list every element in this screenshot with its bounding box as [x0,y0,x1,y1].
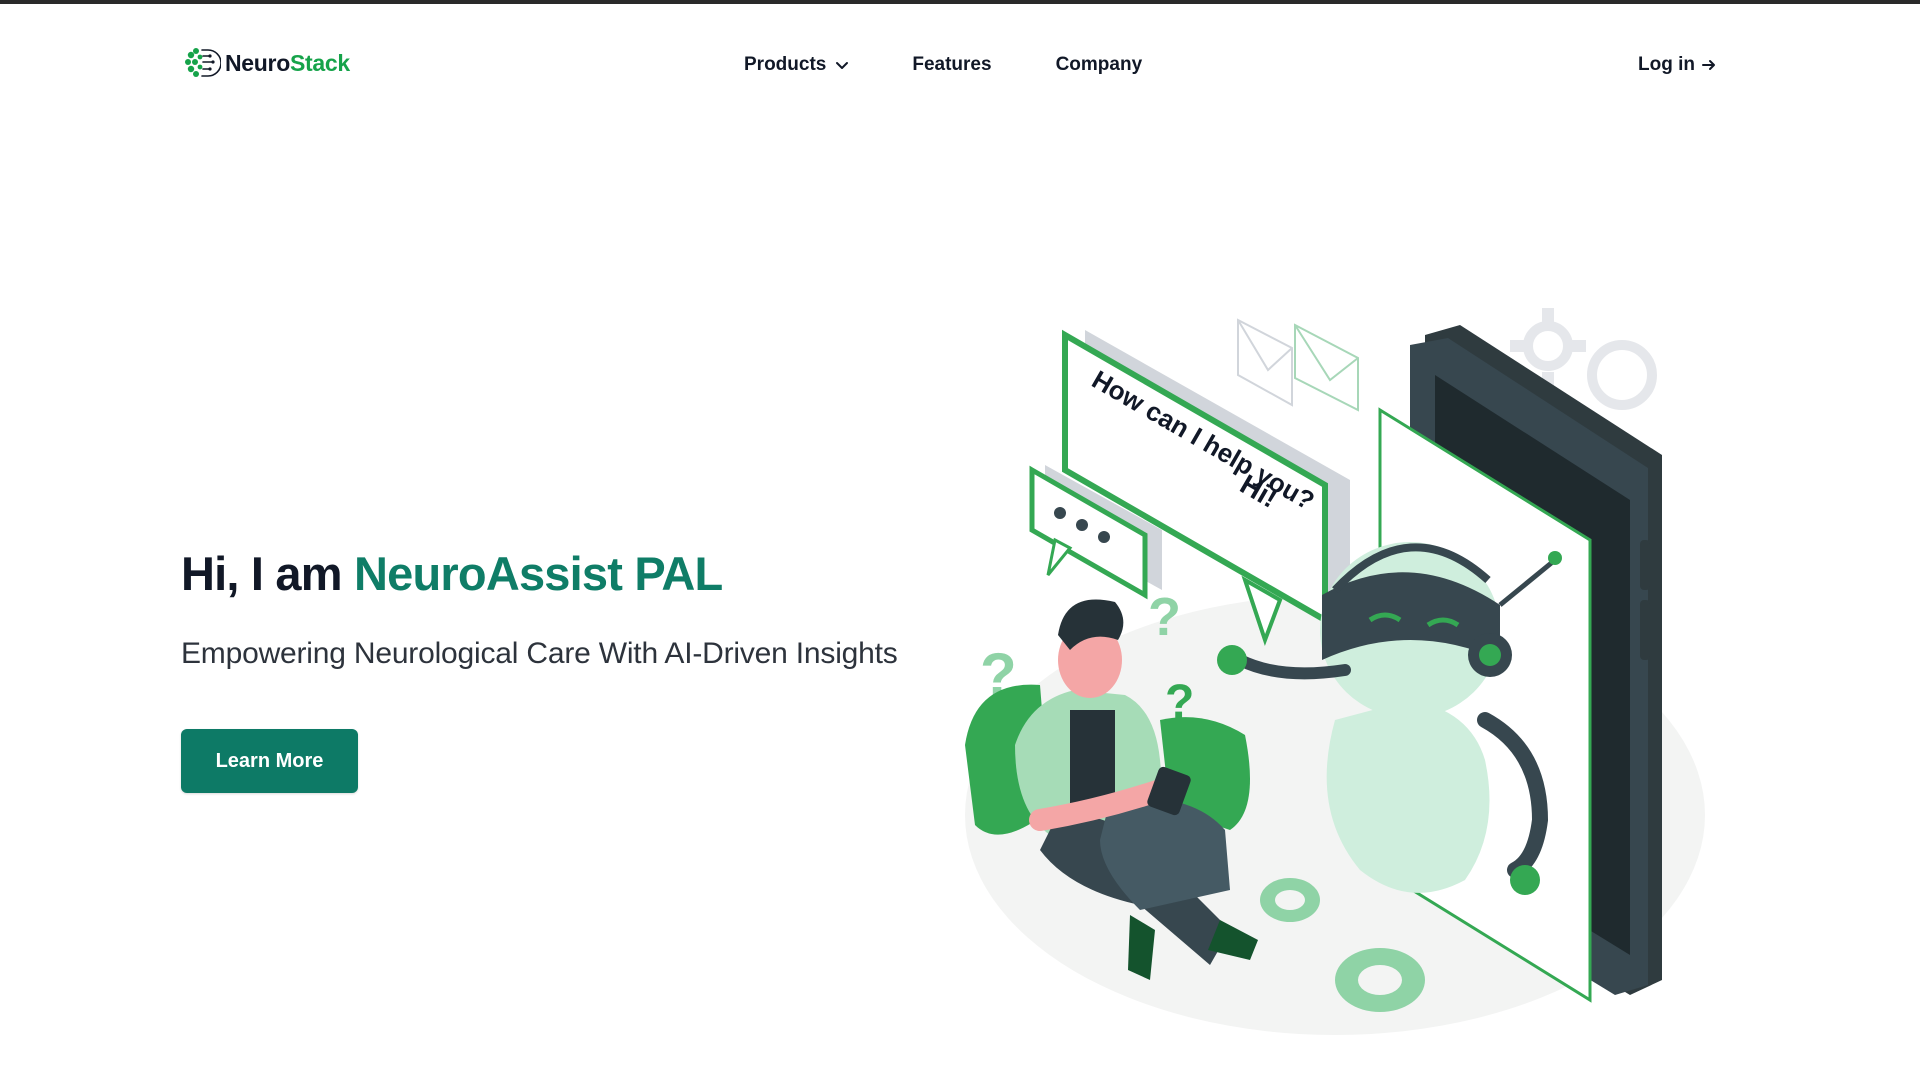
navbar: NeuroStack Products Features Company Log… [0,4,1920,122]
login-link[interactable]: Log in [1638,54,1717,76]
brain-circuit-icon [185,48,221,77]
logo[interactable]: NeuroStack [181,43,350,83]
hero-subtitle: Empowering Neurological Care With AI-Dri… [181,637,898,670]
login-label: Log in [1638,54,1695,75]
learn-more-button[interactable]: Learn More [181,729,358,793]
svg-text:?: ? [1148,587,1181,647]
hero-title-brand: NeuroAssist PAL [354,547,723,600]
nav-products[interactable]: Products [744,54,850,76]
hero-title-prefix: Hi, I am [181,547,355,600]
robot-chat-illustration: Hi! How can I help you? ? ? ? [965,308,1705,1035]
nav-company[interactable]: Company [1056,54,1143,76]
nav-features[interactable]: Features [912,54,991,76]
envelope-icons [1237,318,1359,412]
logo-text-part1: Neuro [225,49,290,76]
logo-text-part2: Stack [289,49,350,76]
logo-text: NeuroStack [225,50,350,77]
arrow-right-icon [1701,60,1715,70]
chevron-down-icon [836,62,849,69]
hero-title: Hi, I am NeuroAssist PAL [181,546,723,601]
main-nav: Products Features Company [744,54,1142,76]
nav-products-label: Products [744,54,827,75]
nav-features-label: Features [912,54,992,75]
nav-company-label: Company [1055,54,1143,75]
